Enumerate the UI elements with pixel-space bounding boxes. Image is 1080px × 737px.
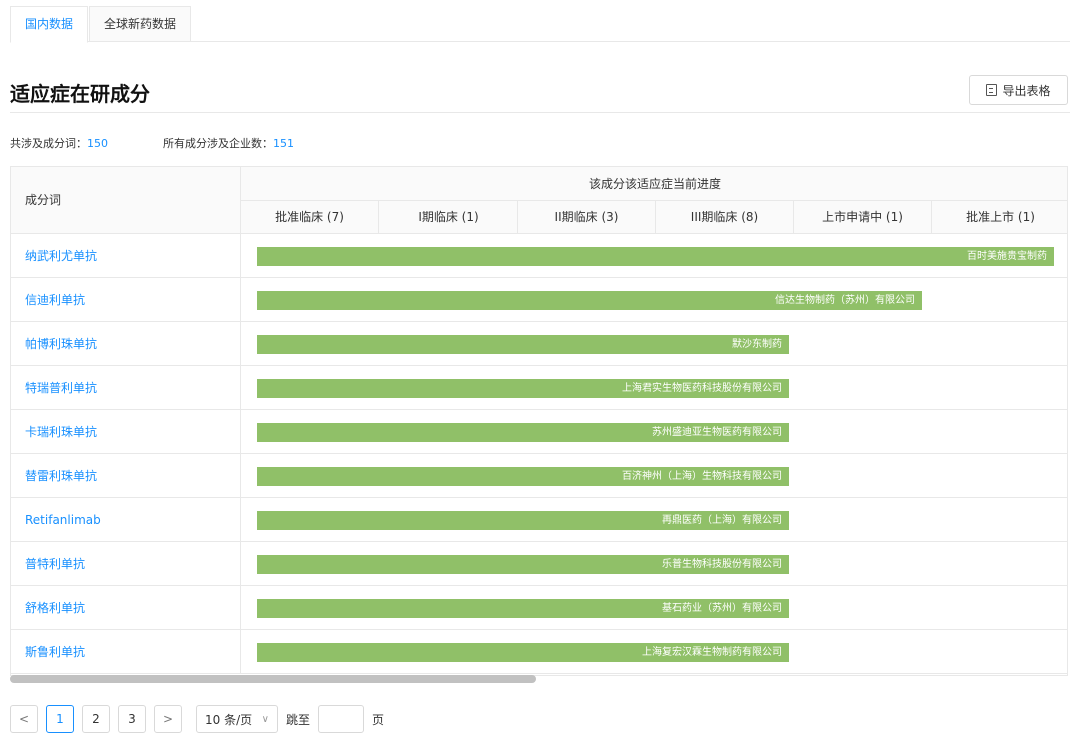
ingredient-progress-table: 成分词 该成分该适应症当前进度 批准临床 (7) I期临床 (1) II期临床 (3…: [10, 166, 1068, 676]
progress-bar[interactable]: 基石药业（苏州）有限公司: [257, 599, 789, 618]
ingredient-count-label: 共涉及成分词：: [10, 137, 87, 150]
column-header-ingredient: 成分词: [11, 167, 241, 234]
page-2-button[interactable]: 2: [82, 705, 110, 733]
table-header: 成分词 该成分该适应症当前进度 批准临床 (7) I期临床 (1) II期临床 (3…: [11, 167, 1067, 234]
table-row: Retifanlimab 再鼎医药（上海）有限公司: [11, 498, 1067, 542]
company-count-label: 所有成分涉及企业数：: [163, 137, 273, 150]
export-label: 导出表格: [1002, 83, 1051, 98]
table-row: 替雷利珠单抗 百济神州（上海）生物科技有限公司: [11, 454, 1067, 498]
progress-bar[interactable]: 再鼎医药（上海）有限公司: [257, 511, 789, 530]
table-row: 特瑞普利单抗 上海君实生物医药科技股份有限公司: [11, 366, 1067, 410]
ingredient-link[interactable]: 信迪利单抗: [11, 278, 241, 322]
table-row: 普特利单抗 乐普生物科技股份有限公司: [11, 542, 1067, 586]
page-3-button[interactable]: 3: [118, 705, 146, 733]
pagination: < 1 2 3 > 10 条/页 ∨ 跳至 页: [10, 705, 384, 733]
ingredient-link[interactable]: 斯鲁利单抗: [11, 630, 241, 674]
ingredient-link[interactable]: Retifanlimab: [11, 498, 241, 542]
ingredient-link[interactable]: 卡瑞利珠单抗: [11, 410, 241, 454]
tab-global-new-drug-data[interactable]: 全球新药数据: [89, 6, 192, 42]
ingredient-link[interactable]: 纳武利尤单抗: [11, 234, 241, 278]
column-header-progress: 该成分该适应症当前进度: [241, 167, 1067, 201]
progress-bar[interactable]: 百济神州（上海）生物科技有限公司: [257, 467, 789, 486]
summary-stats: 共涉及成分词：150 所有成分涉及企业数：151: [10, 135, 294, 151]
stage-header: I期临床 (1): [380, 201, 518, 234]
page-title: 适应症在研成分: [10, 82, 150, 106]
page-1-button[interactable]: 1: [46, 705, 74, 733]
chevron-down-icon: ∨: [261, 713, 269, 725]
table-row: 斯鲁利单抗 上海复宏汉霖生物制药有限公司: [11, 630, 1067, 674]
progress-bar[interactable]: 乐普生物科技股份有限公司: [257, 555, 789, 574]
progress-bar[interactable]: 百时美施贵宝制药: [257, 247, 1054, 266]
tab-domestic-data[interactable]: 国内数据: [10, 6, 89, 43]
divider: [10, 112, 1070, 113]
scrollbar-thumb[interactable]: [10, 675, 536, 683]
horizontal-scrollbar[interactable]: [10, 674, 1068, 684]
ingredient-count: 150: [87, 137, 108, 150]
ingredient-link[interactable]: 普特利单抗: [11, 542, 241, 586]
jump-label: 跳至: [286, 712, 311, 727]
progress-bar[interactable]: 信达生物制药（苏州）有限公司: [257, 291, 922, 310]
page-suffix: 页: [372, 712, 385, 727]
progress-bar[interactable]: 默沙东制药: [257, 335, 789, 354]
next-page-button[interactable]: >: [154, 705, 182, 733]
company-count: 151: [273, 137, 294, 150]
ingredient-link[interactable]: 舒格利单抗: [11, 586, 241, 630]
page-size-value: 10 条/页: [205, 712, 253, 727]
ingredient-link[interactable]: 帕博利珠单抗: [11, 322, 241, 366]
stage-header: II期临床 (3): [518, 201, 656, 234]
table-row: 卡瑞利珠单抗 苏州盛迪亚生物医药有限公司: [11, 410, 1067, 454]
tab-bar: 国内数据 全球新药数据: [10, 6, 1070, 43]
progress-bar[interactable]: 上海复宏汉霖生物制药有限公司: [257, 643, 789, 662]
jump-page-input[interactable]: [318, 705, 365, 733]
export-table-button[interactable]: 导出表格: [969, 75, 1068, 105]
prev-page-button[interactable]: <: [10, 705, 38, 733]
stage-header: III期临床 (8): [656, 201, 794, 234]
progress-bar[interactable]: 苏州盛迪亚生物医药有限公司: [257, 423, 789, 442]
export-icon: [986, 84, 998, 96]
table-row: 舒格利单抗 基石药业（苏州）有限公司: [11, 586, 1067, 630]
table-row: 帕博利珠单抗 默沙东制药: [11, 322, 1067, 366]
ingredient-link[interactable]: 替雷利珠单抗: [11, 454, 241, 498]
ingredient-link[interactable]: 特瑞普利单抗: [11, 366, 241, 410]
stage-header: 批准临床 (7): [241, 201, 379, 234]
table-row: 信迪利单抗 信达生物制药（苏州）有限公司: [11, 278, 1067, 322]
progress-bar[interactable]: 上海君实生物医药科技股份有限公司: [257, 379, 789, 398]
stage-header: 上市申请中 (1): [794, 201, 932, 234]
table-row: 纳武利尤单抗 百时美施贵宝制药: [11, 234, 1067, 278]
stage-header: 批准上市 (1): [966, 210, 1035, 224]
page-size-select[interactable]: 10 条/页 ∨: [196, 705, 278, 733]
